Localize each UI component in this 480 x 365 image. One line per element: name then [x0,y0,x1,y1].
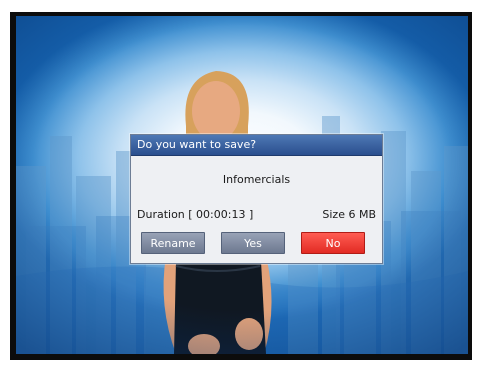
no-button[interactable]: No [301,232,365,254]
rename-button[interactable]: Rename [141,232,205,254]
tv-screen: Do you want to save? Infomercials Durati… [10,12,472,360]
yes-button[interactable]: Yes [221,232,285,254]
recording-name: Infomercials [222,173,291,186]
duration-label: Duration [ 00:00:13 ] [137,208,254,221]
recording-info: Duration [ 00:00:13 ] Size 6 MB [137,208,376,221]
dialog-title: Do you want to save? [131,135,382,156]
save-dialog: Do you want to save? Infomercials Durati… [130,134,383,264]
size-label: Size 6 MB [322,208,376,221]
